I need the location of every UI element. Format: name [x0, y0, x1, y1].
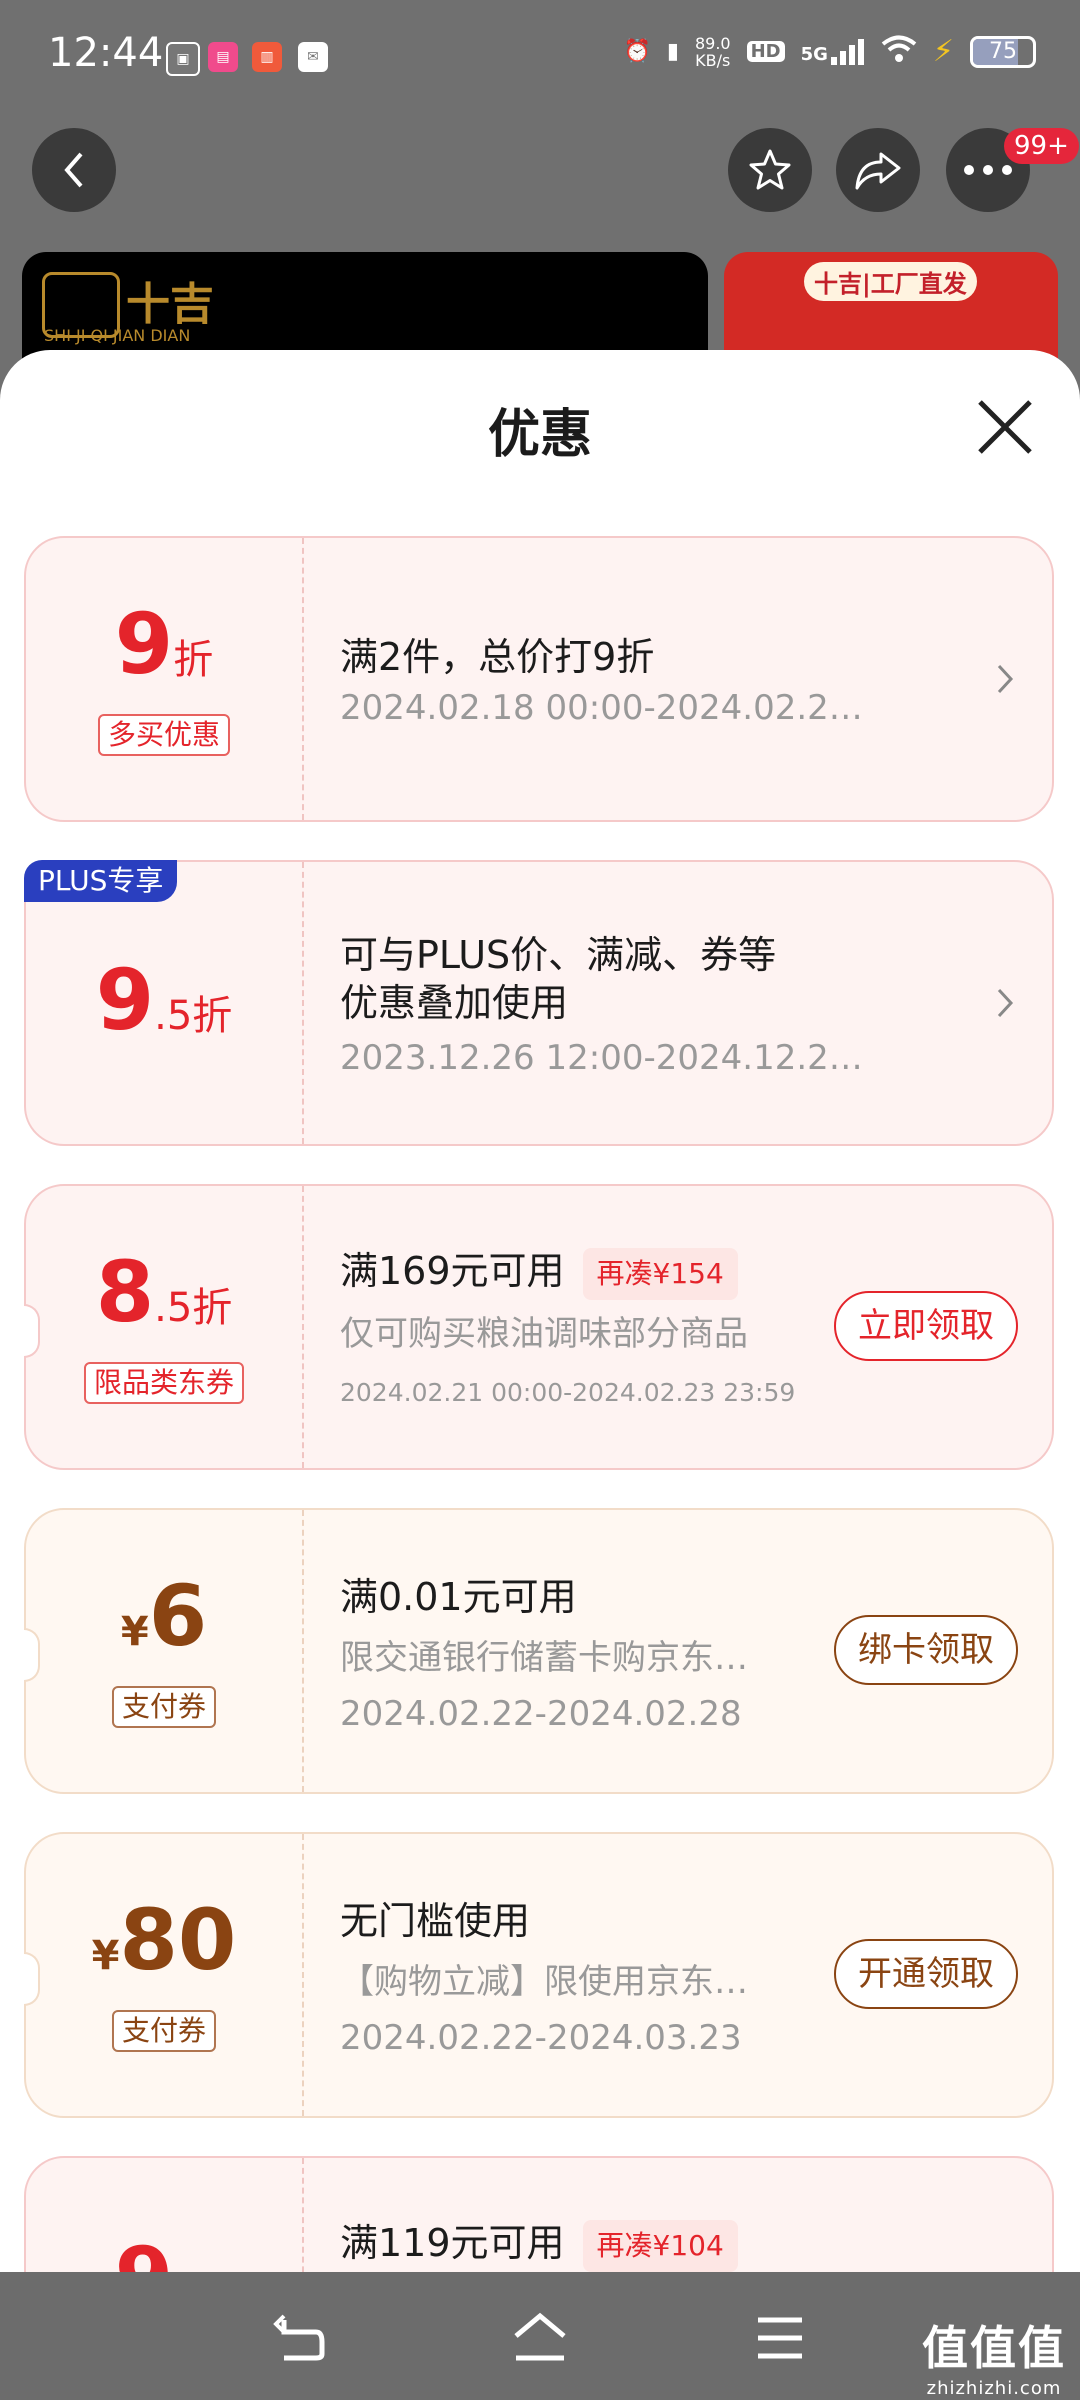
bind-card-claim-button[interactable]: 绑卡领取	[834, 1615, 1018, 1685]
lofter-app-icon: ▤	[208, 42, 238, 72]
more-dots-icon	[964, 165, 1012, 175]
offer-date: 2024.02.22-2024.02.28	[340, 1694, 742, 1734]
offer-amount: 9.5折	[95, 951, 233, 1049]
system-nav-bar	[0, 2272, 1080, 2400]
top-up-tag: 再凑¥154	[582, 1247, 738, 1300]
brand-name: 十吉	[126, 279, 214, 330]
vibrate-icon: ▮	[666, 39, 679, 64]
offer-amount-area: 8.5折 限品类东券	[26, 1186, 304, 1468]
clock: 12:44	[48, 30, 164, 76]
watermark-url: zhizhizhi.com	[926, 2378, 1062, 2399]
net-speed: 89.0 KB/s	[694, 33, 731, 70]
offer-date: 2024.02.21 00:00-2024.02.23 23:59	[340, 1378, 796, 1407]
offer-amount: 9折	[26, 2236, 302, 2272]
offer-subtitle: 仅可购买粮油调味部分商品	[340, 1314, 748, 1354]
store-app-icon: ▥	[252, 42, 282, 72]
offer-type-tag: 限品类东券	[83, 1362, 245, 1404]
share-icon	[855, 152, 901, 190]
sheet-title: 优惠	[487, 405, 592, 465]
watermark-logo: 值值值	[922, 2321, 1066, 2375]
star-icon	[749, 149, 791, 190]
offer-date: 2024.02.22-2024.03.23	[340, 2018, 742, 2058]
top-up-tag: 再凑¥104	[582, 2219, 738, 2272]
offer-amount-area: 9折 多买优惠	[26, 538, 304, 820]
coupon-card-category: 8.5折 限品类东券 满169元可用 再凑¥154 仅可购买粮油调味部分商品 20…	[24, 1184, 1054, 1470]
offer-amount: ¥6	[120, 1567, 208, 1665]
coupon-card-payment-no-threshold: ¥80 支付券 无门槛使用 【购物立减】限使用京东… 2024.02.22-20…	[24, 1832, 1054, 2118]
thumbnail-label: 十吉|工厂直发	[804, 262, 977, 301]
offer-title: 满169元可用 再凑¥154	[340, 1240, 738, 1300]
status-bar: 12:44 ▣ ▤ ▥ ✉ ⏰ ▮ 89.0 KB/s HD 5G ⚡ 75	[0, 0, 1080, 118]
claim-button[interactable]: 立即领取	[834, 1291, 1018, 1361]
offer-date: 2024.02.18 00:00-2024.02.2…	[340, 688, 863, 728]
offer-amount-area: ¥6 支付券	[26, 1510, 304, 1792]
offer-title-line2: 优惠叠加使用	[340, 981, 569, 1025]
offer-type-tag: 支付券	[111, 1686, 217, 1728]
coupon-card-payment-bank: ¥6 支付券 满0.01元可用 限交通银行储蓄卡购京东… 2024.02.22-…	[24, 1508, 1054, 1794]
alarm-icon: ⏰	[623, 39, 651, 64]
favorite-button[interactable]	[728, 128, 812, 212]
notification-badge: 99+	[1004, 128, 1079, 164]
offer-amount: 8.5折	[95, 1243, 233, 1341]
close-icon[interactable]	[974, 396, 1036, 458]
offer-card-plus[interactable]: 9.5折 PLUS专享 可与PLUS价、满减、券等 优惠叠加使用 2023.12…	[24, 860, 1054, 1146]
mail-app-icon: ✉	[298, 42, 328, 72]
offer-type-tag: 支付券	[111, 2010, 217, 2052]
offer-type-tag: 多买优惠	[97, 714, 231, 756]
offer-amount-area: ¥80 支付券	[26, 1834, 304, 2116]
plus-exclusive-badge: PLUS专享	[24, 860, 178, 902]
offer-amount-area: 9折	[26, 2158, 304, 2272]
chevron-right-icon	[997, 664, 1014, 694]
network-type: 5G	[800, 43, 828, 65]
chevron-right-icon	[997, 988, 1014, 1018]
offer-subtitle: 限交通银行储蓄卡购京东…	[340, 1638, 748, 1678]
offers-sheet: 优惠 9折 多买优惠 满2件，总价打9折 2024.02.18 00:00-20…	[0, 350, 1080, 2272]
back-button[interactable]	[32, 128, 116, 212]
share-button[interactable]	[836, 128, 920, 212]
offer-date: 2023.12.26 12:00-2024.12.2…	[340, 1038, 863, 1078]
offer-title: 无门槛使用	[340, 1899, 531, 1943]
signal-icon: 5G	[800, 38, 865, 65]
menu-nav-icon[interactable]	[752, 2310, 808, 2366]
home-nav-icon[interactable]	[512, 2310, 568, 2366]
wifi-icon	[881, 35, 917, 69]
activate-claim-button[interactable]: 开通领取	[834, 1939, 1018, 2009]
battery-indicator: 75	[970, 35, 1036, 68]
gallery-app-icon: ▣	[166, 42, 200, 76]
brand-pinyin: SHI JI QI JIAN DIAN	[44, 326, 191, 345]
back-nav-icon[interactable]	[272, 2310, 328, 2366]
watermark: 值值值 zhizhizhi.com	[922, 2312, 1066, 2399]
offer-amount: 9折	[114, 595, 214, 693]
offer-subtitle: 【购物立减】限使用京东…	[340, 1962, 748, 2002]
offer-title-line1: 可与PLUS价、满减、券等	[340, 933, 777, 977]
charging-icon: ⚡	[932, 34, 954, 69]
offer-card-multi-buy[interactable]: 9折 多买优惠 满2件，总价打9折 2024.02.18 00:00-2024.…	[24, 536, 1054, 822]
hd-indicator: HD	[746, 41, 785, 62]
offer-title: 满0.01元可用	[340, 1575, 577, 1619]
chevron-left-icon	[64, 152, 83, 188]
coupon-card-partial: 9折 满119元可用再凑¥104	[24, 2156, 1054, 2272]
offer-title: 满119元可用 再凑¥104	[340, 2212, 738, 2272]
offer-amount: ¥80	[91, 1891, 237, 1989]
offer-amount-area: 9.5折	[26, 862, 304, 1144]
offer-title: 满2件，总价打9折	[340, 635, 655, 679]
